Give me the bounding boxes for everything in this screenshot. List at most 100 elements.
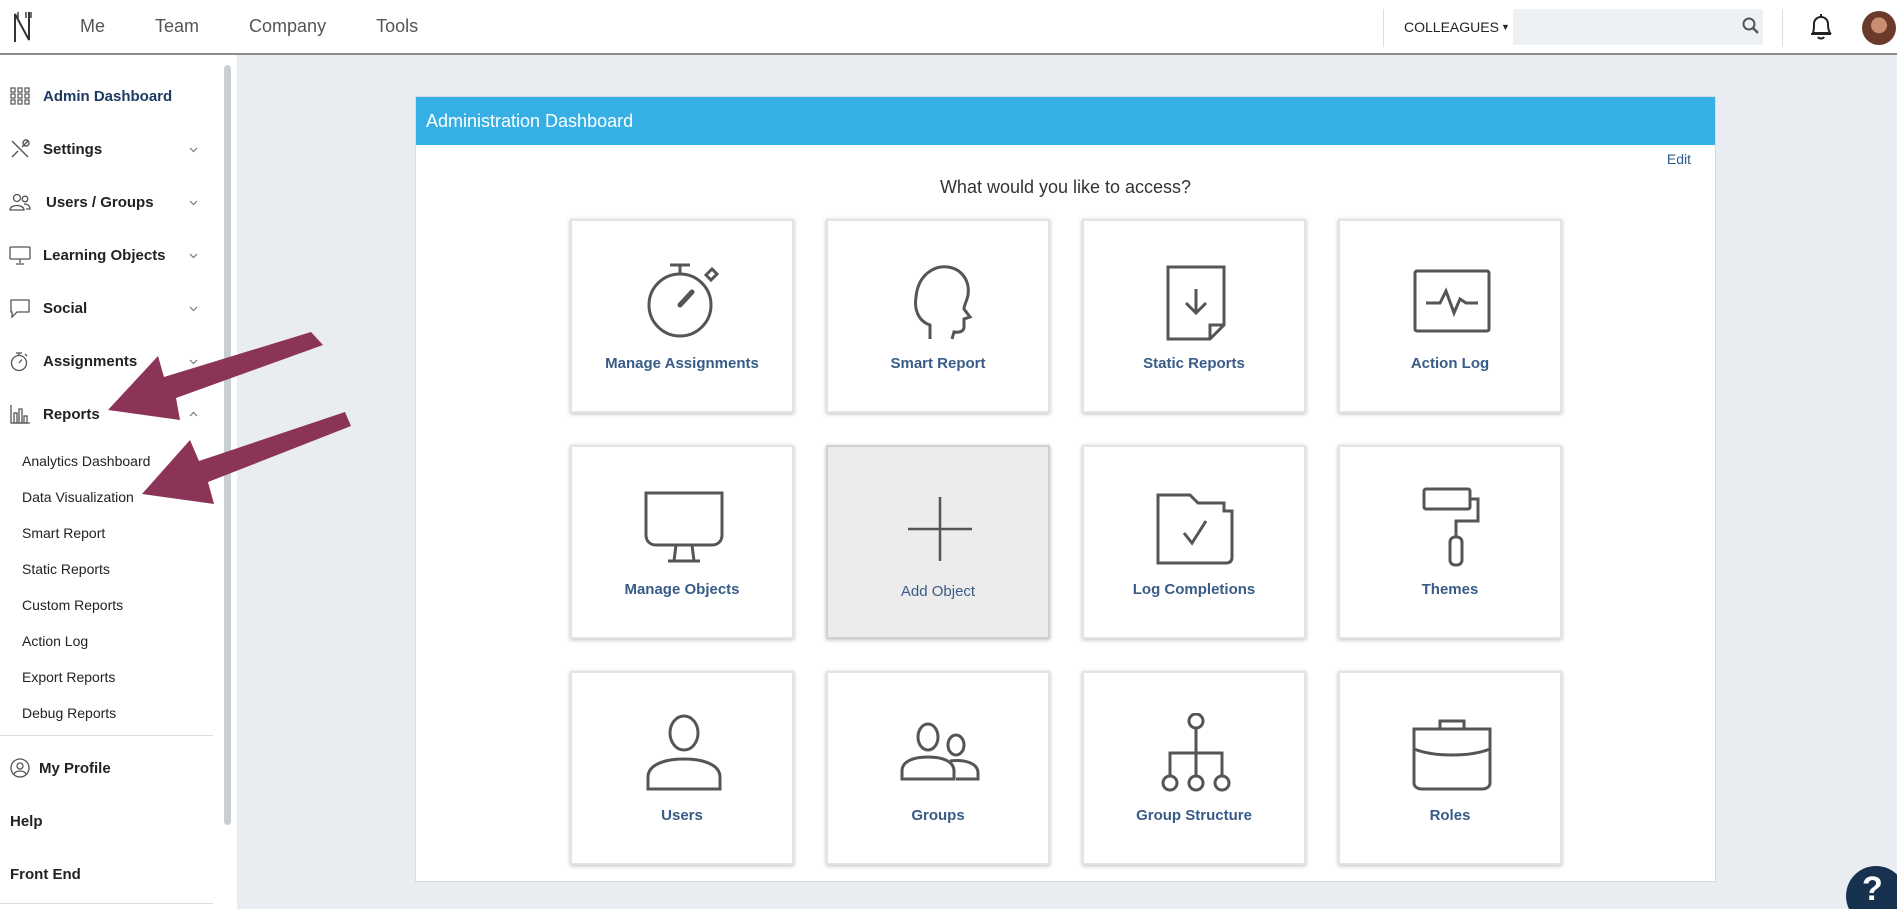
tile-label: Manage Objects (624, 581, 740, 598)
tile-static-reports[interactable]: Static Reports (1082, 219, 1306, 413)
monitor-icon (9, 246, 31, 265)
sidebar-item-label: Reports (43, 405, 100, 423)
sidebar-scrollbar[interactable] (224, 65, 231, 825)
main-nav: Me Team Company Tools (80, 0, 418, 53)
sidebar-subitem-action-log[interactable]: Action Log (22, 633, 88, 649)
nav-company[interactable]: Company (249, 16, 326, 37)
stopwatch-icon (10, 352, 28, 372)
tile-label: Themes (1421, 581, 1479, 598)
sidebar-item-users-groups[interactable]: Users / Groups (0, 182, 215, 222)
monitor-icon (644, 491, 724, 563)
sidebar-subitem-data-visualization[interactable]: Data Visualization (22, 489, 134, 505)
plus-icon (908, 497, 972, 561)
edit-link[interactable]: Edit (1667, 151, 1691, 167)
panel-header: Administration Dashboard (416, 97, 1715, 145)
logo-icon[interactable] (12, 10, 34, 44)
tile-label: Group Structure (1136, 807, 1252, 824)
briefcase-icon (1412, 719, 1492, 791)
sidebar: Admin Dashboard Settings Users / Groups … (0, 55, 237, 909)
paint-roller-icon (1422, 487, 1480, 567)
tile-group-structure[interactable]: Group Structure (1082, 671, 1306, 865)
chevron-down-icon (189, 200, 198, 206)
chevron-up-icon (189, 411, 198, 417)
tile-label: Manage Assignments (605, 355, 759, 372)
tile-label: Smart Report (890, 355, 986, 372)
hierarchy-icon (1161, 713, 1231, 792)
sidebar-item-label: Front End (10, 865, 81, 883)
tile-groups[interactable]: Groups (826, 671, 1050, 865)
sidebar-item-label: Learning Objects (43, 246, 166, 264)
sidebar-subitem-analytics-dashboard[interactable]: Analytics Dashboard (22, 453, 150, 469)
tile-label: Action Log (1410, 355, 1490, 372)
tile-add-object[interactable]: Add Object (826, 445, 1050, 639)
tile-label: Groups (911, 807, 965, 824)
tile-manage-assignments[interactable]: Manage Assignments (570, 219, 794, 413)
tile-manage-objects[interactable]: Manage Objects (570, 445, 794, 639)
search-input[interactable] (1513, 9, 1763, 45)
bell-icon[interactable] (1808, 13, 1834, 41)
sidebar-item-my-profile[interactable]: My Profile (0, 748, 215, 788)
admin-dashboard-panel: Administration Dashboard Edit What would… (415, 96, 1716, 882)
colleagues-dropdown[interactable]: COLLEAGUES ▼ (1404, 19, 1510, 35)
colleagues-label: COLLEAGUES (1404, 19, 1499, 35)
bar-chart-icon (10, 405, 30, 424)
sidebar-item-reports[interactable]: Reports (0, 394, 215, 434)
chevron-down-icon (189, 253, 198, 259)
access-prompt: What would you like to access? (939, 177, 1192, 197)
sidebar-subitem-export-reports[interactable]: Export Reports (22, 669, 115, 685)
chevron-down-icon (189, 147, 198, 153)
nav-me[interactable]: Me (80, 16, 105, 37)
tile-smart-report[interactable]: Smart Report (826, 219, 1050, 413)
sidebar-subitem-static-reports[interactable]: Static Reports (22, 561, 110, 577)
sidebar-item-label: Admin Dashboard (43, 87, 173, 105)
sidebar-item-label: Settings (43, 140, 103, 158)
group-icon (900, 722, 980, 781)
search-icon[interactable] (1742, 17, 1760, 35)
sidebar-item-social[interactable]: Social (0, 288, 215, 328)
pulse-monitor-icon (1413, 269, 1491, 333)
tile-users[interactable]: Users (570, 671, 794, 865)
folder-check-icon (1156, 493, 1234, 565)
tile-themes[interactable]: Themes (1338, 445, 1562, 639)
nav-tools[interactable]: Tools (376, 16, 418, 37)
avatar[interactable] (1862, 11, 1896, 45)
user-circle-icon (10, 758, 30, 778)
panel-title: Administration Dashboard (426, 110, 634, 131)
sidebar-subitem-smart-report[interactable]: Smart Report (22, 525, 105, 541)
help-label: ? (1862, 870, 1883, 908)
sidebar-subitem-debug-reports[interactable]: Debug Reports (22, 705, 116, 721)
sidebar-subitem-custom-reports[interactable]: Custom Reports (22, 597, 123, 613)
chevron-down-icon (189, 306, 198, 312)
sidebar-item-help[interactable]: Help (0, 801, 215, 841)
nav-team[interactable]: Team (155, 16, 199, 37)
help-button[interactable]: ? (1846, 866, 1897, 909)
caret-down-icon: ▼ (1500, 22, 1510, 32)
speech-bubble-icon (10, 299, 30, 319)
divider (1782, 9, 1783, 47)
divider (0, 903, 213, 904)
sidebar-item-assignments[interactable]: Assignments (0, 341, 215, 381)
stopwatch-icon (647, 263, 720, 338)
chevron-down-icon (189, 359, 198, 365)
tile-action-log[interactable]: Action Log (1338, 219, 1562, 413)
tools-icon (11, 139, 30, 158)
sidebar-item-label: My Profile (39, 759, 111, 777)
grid-icon (10, 87, 30, 105)
users-icon (9, 193, 31, 211)
tile-label: Log Completions (1132, 581, 1256, 598)
sidebar-item-admin-dashboard[interactable]: Admin Dashboard (0, 76, 215, 116)
tile-label: Roles (1429, 807, 1471, 824)
sidebar-item-settings[interactable]: Settings (0, 129, 215, 169)
tile-log-completions[interactable]: Log Completions (1082, 445, 1306, 639)
divider (1383, 9, 1384, 47)
sidebar-item-label: Social (43, 299, 88, 317)
top-bar: Me Team Company Tools COLLEAGUES ▼ (0, 0, 1897, 55)
sidebar-item-label: Help (10, 812, 43, 830)
tile-label: Users (661, 807, 703, 824)
sidebar-item-label: Users / Groups (46, 193, 154, 211)
document-download-icon (1166, 265, 1226, 341)
tile-roles[interactable]: Roles (1338, 671, 1562, 865)
user-icon (646, 714, 722, 791)
sidebar-item-front-end[interactable]: Front End (0, 854, 215, 894)
sidebar-item-learning-objects[interactable]: Learning Objects (0, 235, 215, 275)
